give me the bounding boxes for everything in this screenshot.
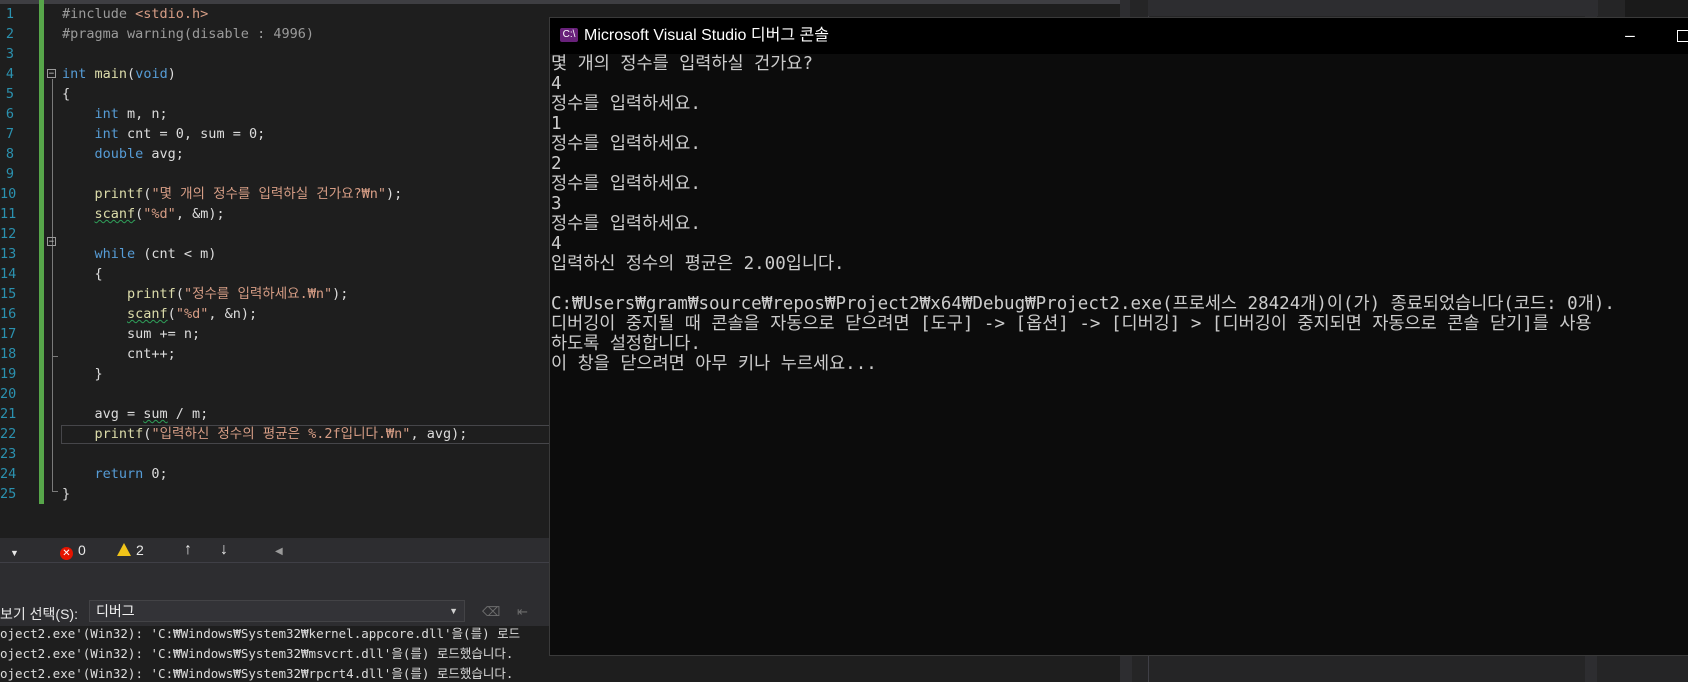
code-text: printf("입력하신 정수의 평균은 %.2f입니다.₩n", avg); [94, 426, 468, 442]
error-circle-icon: ✕ [60, 547, 73, 560]
show-output-from-label: 보기 선택(S): [0, 606, 78, 622]
code-text: scanf("%d", &m); [94, 206, 225, 222]
line-number: 1 [5, 6, 14, 22]
output-source-value: 디버그 [96, 603, 135, 619]
line-number: 13 [0, 246, 17, 262]
chevron-down-icon: ▼ [449, 606, 458, 616]
console-line: 4 [551, 234, 562, 254]
line-number: 12 [0, 226, 17, 242]
console-scrollbar-stub [1120, 656, 1132, 682]
arrow-up-icon[interactable]: ↑ [184, 541, 192, 559]
code-text: #include <stdio.h> [62, 6, 209, 22]
log-line: oject2.exe'(Win32): 'C:₩Windows₩System32… [0, 626, 521, 641]
code-text: printf("몇 개의 정수를 입력하실 건가요?₩n"); [94, 186, 403, 202]
line-number: 6 [5, 106, 14, 122]
code-text: printf("정수를 입력하세요.₩n"); [127, 286, 349, 302]
code-text: #pragma warning(disable : 4996) [62, 26, 314, 42]
line-number: 14 [0, 266, 17, 282]
chevron-down-icon[interactable]: ▼ [10, 544, 19, 562]
console-app-icon: C:\ [560, 28, 578, 42]
console-line: 2 [551, 154, 562, 174]
line-number: 2 [5, 26, 14, 42]
line-number: 25 [0, 486, 17, 502]
maximize-button[interactable] [1677, 30, 1688, 42]
solution-explorer-toolbar [1148, 0, 1598, 16]
line-number: 24 [0, 466, 17, 482]
line-number: 3 [5, 46, 14, 62]
line-number: 7 [5, 126, 14, 142]
line-number: 19 [0, 366, 17, 382]
log-line: oject2.exe'(Win32): 'C:₩Windows₩System32… [0, 646, 514, 661]
code-text: int main(void) [62, 66, 176, 82]
line-number: 5 [5, 86, 14, 102]
panel-header-dark [1625, 0, 1688, 18]
console-line: 정수를 입력하세요. [551, 134, 701, 154]
code-text: int m, n; [94, 106, 168, 122]
debug-console-window[interactable]: C:\ Microsoft Visual Studio 디버그 콘솔 — 몇 개… [550, 18, 1688, 655]
code-text: int cnt = 0, sum = 0; [94, 126, 266, 142]
code-text: while (cnt < m) [94, 246, 217, 262]
scroll-left-icon[interactable]: ◀ [275, 543, 283, 561]
console-title: Microsoft Visual Studio 디버그 콘솔 [584, 27, 829, 44]
error-count-value: 0 [78, 542, 86, 558]
code-text: } [62, 486, 71, 502]
console-line: 정수를 입력하세요. [551, 174, 701, 194]
line-number: 20 [0, 386, 17, 402]
wrap-icon[interactable]: ⇤ [517, 604, 533, 619]
line-number: 21 [0, 406, 17, 422]
warning-count[interactable]: 2 [117, 541, 144, 559]
console-line: 1 [551, 114, 562, 134]
console-line: 정수를 입력하세요. [551, 94, 701, 114]
console-line: 이 창을 닫으려면 아무 키나 누르세요... [551, 354, 877, 374]
clear-output-icon[interactable]: ⌫ [482, 604, 500, 619]
console-line: 정수를 입력하세요. [551, 214, 701, 234]
console-line: 하도록 설정합니다. [551, 334, 701, 354]
console-line: C:₩Users₩gram₩source₩repos₩Project2₩x64₩… [551, 294, 1615, 314]
line-number: 16 [0, 306, 17, 322]
line-number: 11 [0, 206, 17, 222]
code-text: sum += n; [62, 326, 201, 342]
console-title-bar[interactable]: C:\ Microsoft Visual Studio 디버그 콘솔 — [550, 18, 1688, 54]
console-line: 4 [551, 74, 562, 94]
console-line: 3 [551, 194, 562, 214]
code-text: cnt++; [62, 346, 176, 362]
error-count[interactable]: ✕ 0 [60, 541, 86, 560]
code-text: { [62, 266, 103, 282]
line-number: 15 [0, 286, 17, 302]
code-text: } [62, 366, 103, 382]
log-line: oject2.exe'(Win32): 'C:₩Windows₩System32… [0, 666, 514, 681]
code-text: { [62, 86, 71, 102]
line-number: 4 [5, 66, 14, 82]
minimize-button[interactable]: — [1620, 28, 1640, 44]
console-line: 디버깅이 중지될 때 콘솔을 자동으로 닫으려면 [도구] -> [옵션] ->… [551, 314, 1592, 334]
line-number: 10 [0, 186, 17, 202]
arrow-down-icon[interactable]: ↓ [220, 541, 228, 559]
code-text: double avg; [94, 146, 184, 162]
line-number: 8 [5, 146, 14, 162]
warning-count-value: 2 [136, 542, 144, 558]
output-source-select[interactable]: 디버그 ▼ [89, 600, 465, 622]
console-line: 입력하신 정수의 평균은 2.00입니다. [551, 254, 845, 274]
line-number: 23 [0, 446, 17, 462]
line-number: 17 [0, 326, 17, 342]
code-text: avg = sum / m; [62, 406, 209, 422]
warning-triangle-icon [117, 543, 131, 556]
console-output[interactable]: 몇 개의 정수를 입력하실 건가요? 4 정수를 입력하세요. 1 정수를 입력… [550, 54, 1688, 655]
line-number: 22 [0, 426, 17, 442]
code-text: scanf("%d", &n); [127, 306, 258, 322]
line-number: 9 [5, 166, 14, 182]
line-number: 18 [0, 346, 17, 362]
console-line: 몇 개의 정수를 입력하실 건가요? [551, 54, 813, 74]
code-text: return 0; [94, 466, 168, 482]
